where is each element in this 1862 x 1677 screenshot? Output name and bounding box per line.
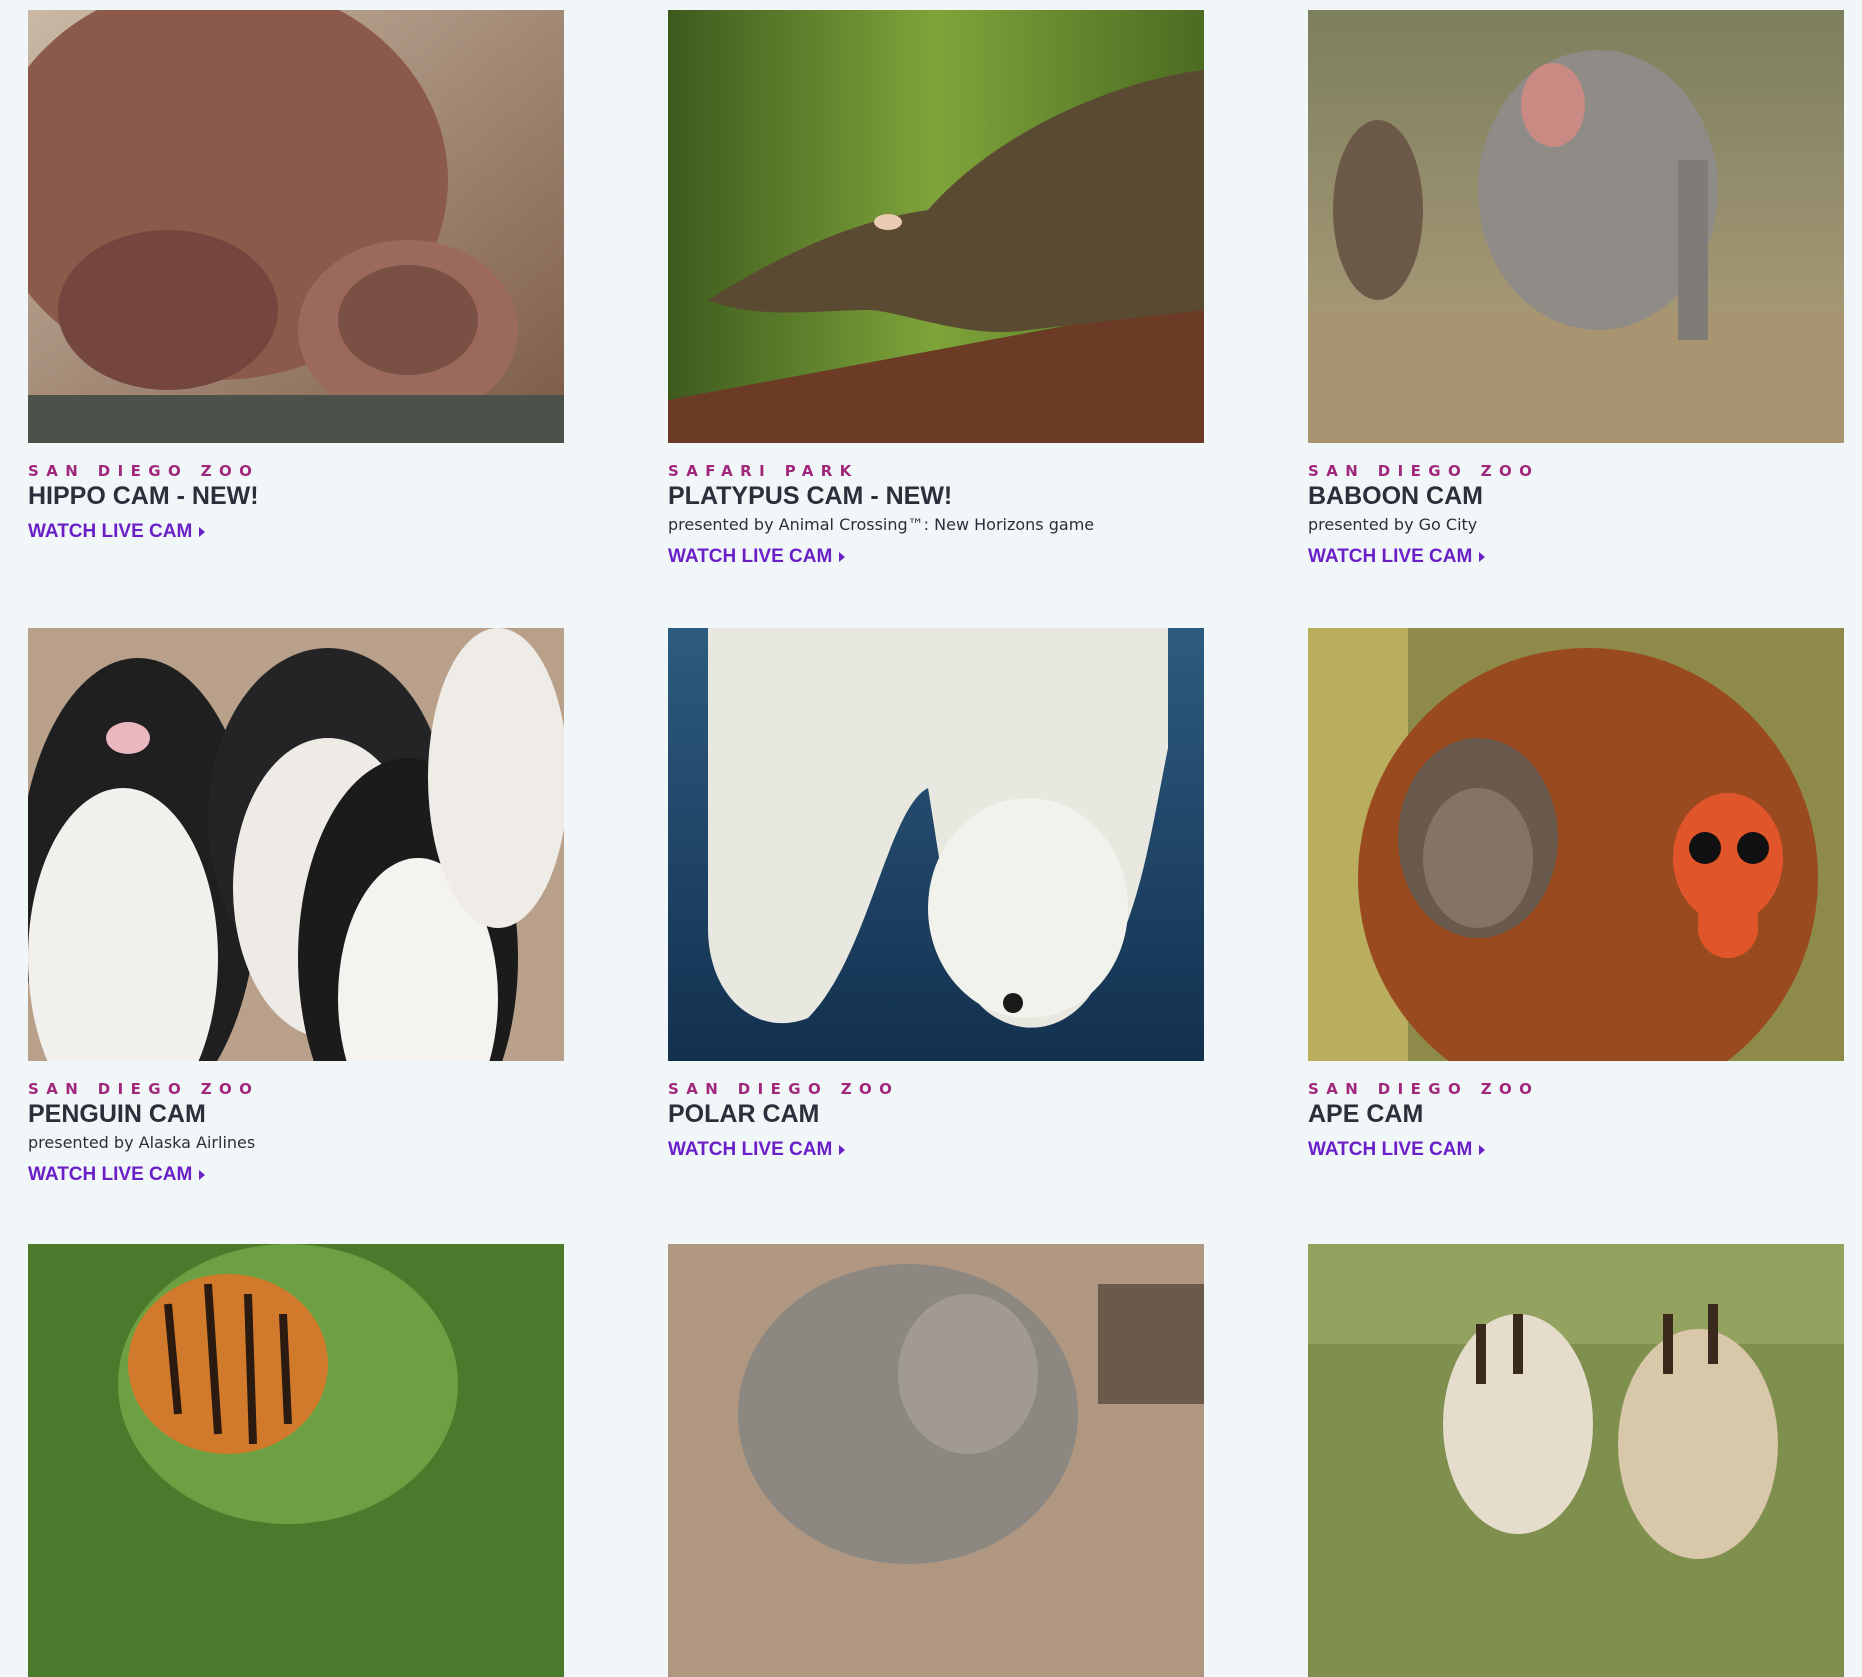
watch-live-cam-link[interactable]: WATCH LIVE CAM [1308, 1138, 1486, 1162]
caret-right-icon [839, 552, 846, 562]
watch-live-cam-link[interactable]: WATCH LIVE CAM [28, 1163, 206, 1187]
watch-live-cam-link[interactable]: WATCH LIVE CAM [1308, 545, 1486, 569]
location-label: San Diego Zoo [1308, 1080, 1540, 1098]
cam-title: POLAR CAM [668, 1100, 820, 1128]
presenter-text: presented by Alaska Airlines [28, 1133, 256, 1152]
location-label: San Diego Zoo [28, 462, 260, 480]
cam-title: HIPPO CAM - NEW! [28, 482, 259, 510]
caret-right-icon [1479, 552, 1486, 562]
polar-bear-photo[interactable] [668, 628, 1204, 1061]
watch-live-cam-label: WATCH LIVE CAM [28, 1164, 193, 1185]
presenter-text: presented by Animal Crossing™: New Horiz… [668, 515, 1095, 534]
tiger-photo[interactable] [28, 1244, 564, 1677]
orangutan-photo[interactable] [1308, 628, 1844, 1061]
watch-live-cam-label: WATCH LIVE CAM [1308, 546, 1473, 567]
penguin-photo[interactable] [28, 628, 564, 1061]
caret-right-icon [199, 1170, 206, 1180]
watch-live-cam-label: WATCH LIVE CAM [668, 1139, 833, 1160]
watch-live-cam-link[interactable]: WATCH LIVE CAM [28, 520, 206, 544]
caret-right-icon [199, 527, 206, 537]
watch-live-cam-label: WATCH LIVE CAM [668, 546, 833, 567]
location-label: San Diego Zoo [28, 1080, 260, 1098]
caret-right-icon [839, 1145, 846, 1155]
watch-live-cam-label: WATCH LIVE CAM [1308, 1139, 1473, 1160]
watch-live-cam-link[interactable]: WATCH LIVE CAM [668, 1138, 846, 1162]
location-label: San Diego Zoo [668, 1080, 900, 1098]
location-label: San Diego Zoo [1308, 462, 1540, 480]
cam-title: APE CAM [1308, 1100, 1424, 1128]
presenter-text: presented by Go City [1308, 515, 1478, 534]
hippo-photo[interactable] [28, 10, 564, 443]
platypus-photo[interactable] [668, 10, 1204, 443]
location-label: Safari Park [668, 462, 859, 480]
watch-live-cam-link[interactable]: WATCH LIVE CAM [668, 545, 846, 569]
cam-title: BABOON CAM [1308, 482, 1483, 510]
baboon-photo[interactable] [1308, 10, 1844, 443]
watch-live-cam-label: WATCH LIVE CAM [28, 521, 193, 542]
cam-title: PLATYPUS CAM - NEW! [668, 482, 953, 510]
giraffe-photo[interactable] [1308, 1244, 1844, 1677]
elephant-photo[interactable] [668, 1244, 1204, 1677]
cam-title: PENGUIN CAM [28, 1100, 206, 1128]
caret-right-icon [1479, 1145, 1486, 1155]
